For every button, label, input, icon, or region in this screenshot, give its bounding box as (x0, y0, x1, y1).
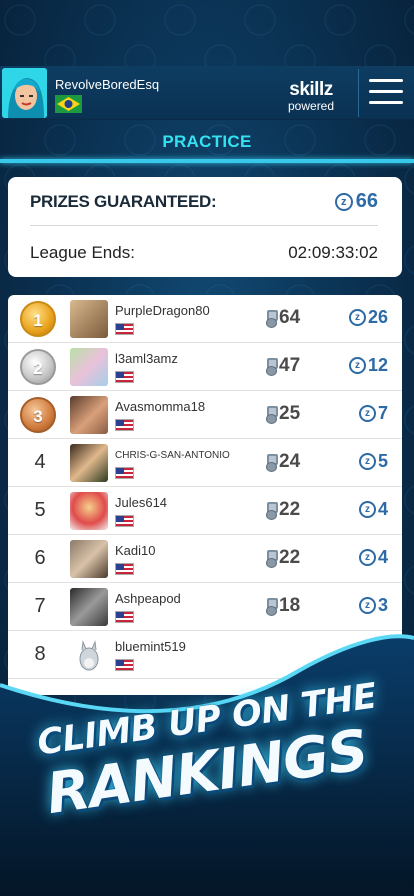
ranking-row[interactable]: 2 l3aml3amz 47 z 12 (8, 343, 402, 391)
silver-medal-icon: 2 (20, 349, 56, 385)
trophy-count: 24 (279, 451, 301, 472)
top-bar: RevolveBoredEsq skillz powered (0, 66, 414, 120)
ranking-row[interactable]: 1 PurpleDragon80 64 z 26 (8, 295, 402, 343)
us-flag-icon (115, 419, 134, 431)
gold-medal-icon: 1 (20, 301, 56, 337)
ranking-row[interactable]: 3 Avasmomma18 25 z7 (8, 391, 402, 439)
us-flag-icon (115, 323, 134, 335)
z-coin-icon: z (358, 501, 376, 518)
z-coin-icon: z (334, 192, 353, 211)
us-flag-icon (115, 467, 134, 479)
rank-number: 3 (33, 407, 43, 426)
trophy-icon (265, 406, 278, 424)
trophy-count: 64 (279, 307, 301, 328)
trophy-icon (265, 454, 278, 472)
trophy-score: 22 (265, 547, 300, 569)
league-ends-label: League Ends: (30, 243, 135, 262)
player-name: Kadi10 (115, 543, 156, 558)
trophy-count: 47 (279, 355, 301, 376)
player-avatar[interactable] (70, 396, 108, 434)
prizes-guaranteed-label: PRIZES GUARANTEED: (30, 192, 217, 211)
us-flag-icon (115, 515, 134, 527)
avatar[interactable] (2, 68, 47, 118)
player-name: Jules614 (115, 495, 168, 510)
prize-card-divider (30, 225, 378, 226)
trophy-icon (265, 358, 278, 376)
mode-bar: PRACTICE (0, 121, 414, 163)
player-avatar[interactable] (70, 300, 108, 338)
trophy-score: 25 (265, 403, 300, 425)
player-prize: z4 (358, 547, 388, 568)
rank-number: 7 (34, 595, 46, 617)
trophy-count: 22 (279, 547, 301, 568)
prize-amount: 3 (377, 595, 388, 615)
z-coin-icon: z (348, 309, 366, 326)
trophy-count: 18 (279, 595, 301, 616)
brazil-flag-icon (55, 95, 82, 113)
player-prize: z7 (358, 403, 388, 424)
player-prize: z3 (358, 595, 388, 616)
trophy-icon (265, 550, 278, 568)
prize-amount: 7 (377, 403, 388, 423)
trophy-icon (265, 598, 278, 616)
skillz-logo: skillz powered (288, 80, 334, 112)
prize-card: PRIZES GUARANTEED: z 66 League Ends: 02:… (8, 177, 402, 277)
player-name: Avasmomma18 (115, 399, 206, 414)
brand-tagline: powered (288, 99, 335, 113)
prize-amount: 5 (377, 451, 388, 471)
player-prize: z 26 (348, 307, 388, 328)
z-coin-icon: z (358, 405, 376, 422)
trophy-score: 22 (265, 499, 300, 521)
trophy-count: 25 (279, 403, 301, 424)
username: RevolveBoredEsq (55, 77, 160, 92)
prizes-guaranteed-value: z 66 (334, 190, 378, 213)
us-flag-icon (115, 563, 134, 575)
trophy-score: 64 (265, 307, 300, 329)
z-coin-icon: z (358, 453, 376, 470)
prize-amount: 12 (367, 355, 388, 375)
ranking-row[interactable]: 6 Kadi10 22 z4 (8, 535, 402, 583)
player-prize: z5 (358, 451, 388, 472)
bronze-medal-icon: 3 (20, 397, 56, 433)
trophy-icon (265, 310, 278, 328)
prize-amount: 26 (367, 307, 388, 327)
player-avatar[interactable] (70, 492, 108, 530)
header-divider (358, 69, 359, 117)
trophy-score: 47 (265, 355, 300, 377)
rank-number: 4 (34, 451, 46, 473)
z-coin-icon: z (358, 549, 376, 566)
trophy-score: 18 (265, 595, 300, 617)
player-name: PurpleDragon80 (115, 303, 210, 318)
trophy-icon (265, 502, 278, 520)
trophy-score: 24 (265, 451, 300, 473)
brand-name: skillz (289, 79, 333, 100)
z-coin-icon: z (358, 597, 376, 614)
hamburger-menu-icon[interactable] (369, 79, 403, 107)
us-flag-icon (115, 371, 134, 383)
player-name: l3aml3amz (115, 351, 178, 366)
league-ends-timer: 02:09:33:02 (288, 243, 378, 262)
trophy-count: 22 (279, 499, 301, 520)
prize-amount: 4 (377, 547, 388, 567)
prize-total: 66 (355, 190, 378, 212)
player-name: CHRIS-G-SAN-ANTONIO (115, 450, 230, 461)
prize-amount: 4 (377, 499, 388, 519)
player-prize: z 12 (348, 355, 388, 376)
rank-number: 5 (34, 499, 46, 521)
ranking-row[interactable]: 5 Jules614 22 z4 (8, 487, 402, 535)
header-accent-line (0, 159, 414, 163)
player-name: Ashpeapod (115, 591, 181, 606)
rank-number: 2 (33, 359, 43, 378)
player-avatar[interactable] (70, 444, 108, 482)
practice-label: PRACTICE (162, 132, 252, 151)
player-avatar[interactable] (70, 540, 108, 578)
rank-number: 6 (34, 547, 46, 569)
rank-number: 1 (33, 311, 43, 330)
z-coin-icon: z (348, 357, 366, 374)
ranking-row[interactable]: 4 CHRIS-G-SAN-ANTONIO 24 z5 (8, 439, 402, 487)
player-prize: z4 (358, 499, 388, 520)
player-avatar[interactable] (70, 348, 108, 386)
